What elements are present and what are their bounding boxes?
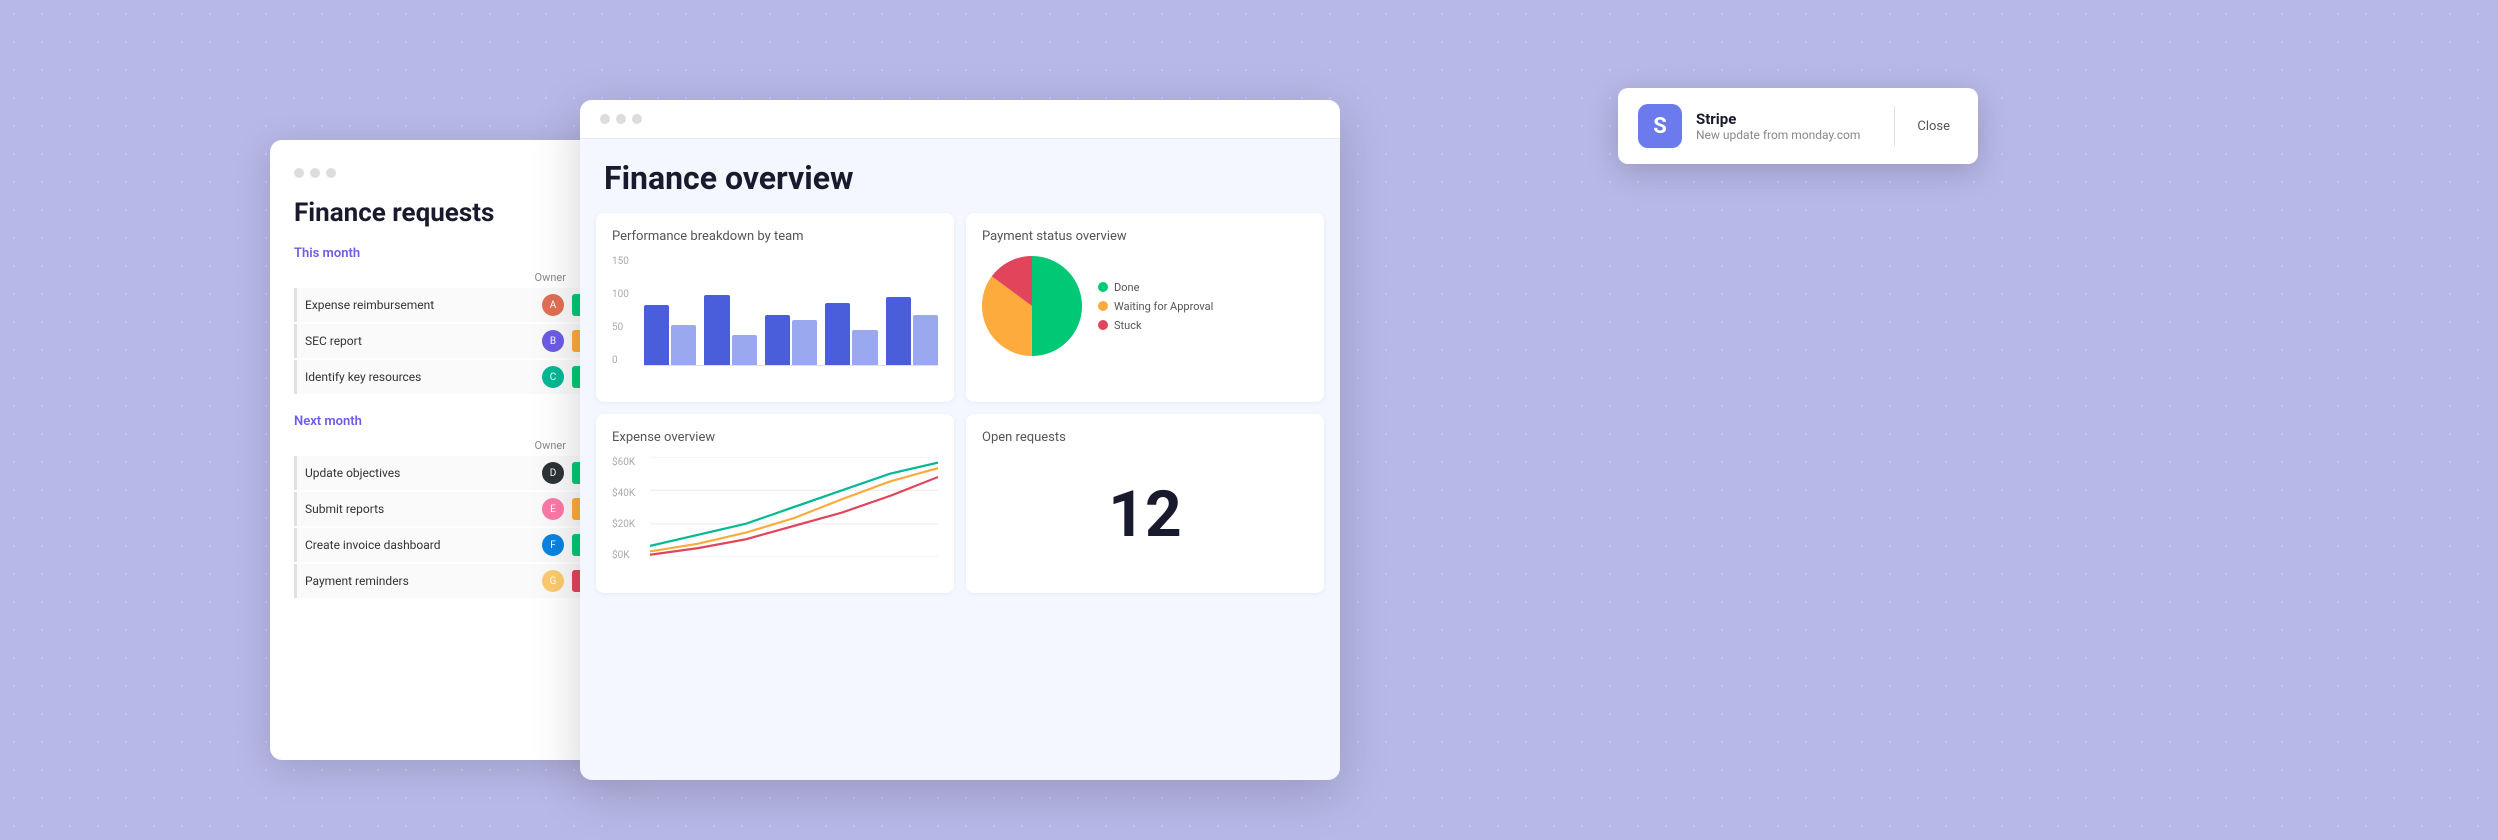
overview-dot-2: [616, 114, 626, 124]
bar-group-3: [765, 315, 817, 365]
next-month-header: Owner: [294, 439, 606, 452]
dot-1: [294, 168, 304, 178]
bar-light-3: [792, 320, 817, 365]
task-avatar: F: [542, 534, 564, 556]
finance-requests-panel: Finance requests This month Owner Expens…: [270, 140, 630, 760]
bar-light-4: [852, 330, 877, 365]
task-name: Expense reimbursement: [305, 298, 542, 312]
stripe-divider: [1894, 106, 1895, 146]
dot-2: [310, 168, 320, 178]
payment-title: Payment status overview: [982, 229, 1308, 244]
task-name: SEC report: [305, 334, 542, 348]
expense-title: Expense overview: [612, 430, 938, 445]
bar-dark-1: [644, 305, 669, 365]
stripe-icon: S: [1638, 104, 1682, 148]
bar-group-5: [886, 297, 938, 365]
overview-grid: Performance breakdown by team 150 100 50…: [580, 213, 1340, 609]
task-row: Create invoice dashboard F: [294, 528, 606, 562]
line-chart: $60K $40K $20K $0K: [612, 457, 938, 577]
line-chart-svg: [650, 457, 938, 557]
legend-stuck: Stuck: [1098, 319, 1213, 332]
bar-dark-4: [825, 303, 850, 365]
bar-chart: 150 100 50 0: [612, 256, 938, 386]
overview-window-bar: [580, 100, 1340, 139]
open-requests-card: Open requests 12: [966, 414, 1324, 593]
task-avatar: E: [542, 498, 564, 520]
open-requests-title: Open requests: [982, 430, 1308, 445]
task-avatar: G: [542, 570, 564, 592]
task-name: Update objectives: [305, 466, 542, 480]
dot-3: [326, 168, 336, 178]
overview-title: Finance overview: [580, 139, 1340, 213]
task-row: SEC report B: [294, 324, 606, 358]
performance-card: Performance breakdown by team 150 100 50…: [596, 213, 954, 402]
this-month-tasks-list: Expense reimbursement A SEC report B Ide…: [294, 288, 606, 394]
bar-dark-5: [886, 297, 911, 365]
pie-chart-container: Done Waiting for Approval Stuck: [982, 256, 1308, 356]
legend-dot-done: [1098, 282, 1108, 292]
task-row: Update objectives D: [294, 456, 606, 490]
performance-title: Performance breakdown by team: [612, 229, 938, 244]
bar-dark-2: [704, 295, 729, 365]
this-month-header: Owner: [294, 271, 606, 284]
task-name: Payment reminders: [305, 574, 542, 588]
stripe-title: Stripe: [1696, 110, 1880, 128]
bar-light-5: [913, 315, 938, 365]
this-month-label: This month: [294, 246, 606, 261]
finance-overview-panel: Finance overview Performance breakdown b…: [580, 100, 1340, 780]
bar-light-2: [732, 335, 757, 365]
task-avatar: B: [542, 330, 564, 352]
overview-dot-3: [632, 114, 642, 124]
bar-group-1: [644, 305, 696, 365]
next-month-label: Next month: [294, 414, 606, 429]
bar-chart-area: [644, 256, 938, 366]
bar-light-1: [671, 325, 696, 365]
bar-dark-3: [765, 315, 790, 365]
task-avatar: D: [542, 462, 564, 484]
task-name: Submit reports: [305, 502, 542, 516]
next-month-tasks-list: Update objectives D Submit reports E Cre…: [294, 456, 606, 598]
task-avatar: C: [542, 366, 564, 388]
stripe-subtitle: New update from monday.com: [1696, 128, 1880, 142]
legend-done: Done: [1098, 281, 1213, 294]
bar-group-4: [825, 303, 877, 365]
pie-chart-svg: [982, 256, 1082, 356]
overview-dot-1: [600, 114, 610, 124]
legend-dot-stuck: [1098, 320, 1108, 330]
legend-waiting: Waiting for Approval: [1098, 300, 1213, 313]
task-name: Create invoice dashboard: [305, 538, 542, 552]
payment-card: Payment status overview Done: [966, 213, 1324, 402]
stripe-text: Stripe New update from monday.com: [1696, 110, 1880, 142]
line-y-labels: $60K $40K $20K $0K: [612, 457, 648, 561]
stripe-notification: S Stripe New update from monday.com Clos…: [1618, 88, 1978, 164]
legend-dot-waiting: [1098, 301, 1108, 311]
expense-card: Expense overview $60K $40K $20K $0K: [596, 414, 954, 593]
finance-requests-title: Finance requests: [294, 198, 606, 228]
task-name: Identify key resources: [305, 370, 542, 384]
task-avatar: A: [542, 294, 564, 316]
pie-legend: Done Waiting for Approval Stuck: [1098, 281, 1213, 332]
window-dots: [294, 168, 606, 178]
open-requests-count: 12: [982, 457, 1308, 552]
bar-group-2: [704, 295, 756, 365]
task-row: Submit reports E: [294, 492, 606, 526]
bar-y-labels: 150 100 50 0: [612, 256, 640, 366]
task-row: Expense reimbursement A: [294, 288, 606, 322]
task-row: Payment reminders G: [294, 564, 606, 598]
stripe-close-button[interactable]: Close: [1909, 115, 1958, 138]
task-row: Identify key resources C: [294, 360, 606, 394]
